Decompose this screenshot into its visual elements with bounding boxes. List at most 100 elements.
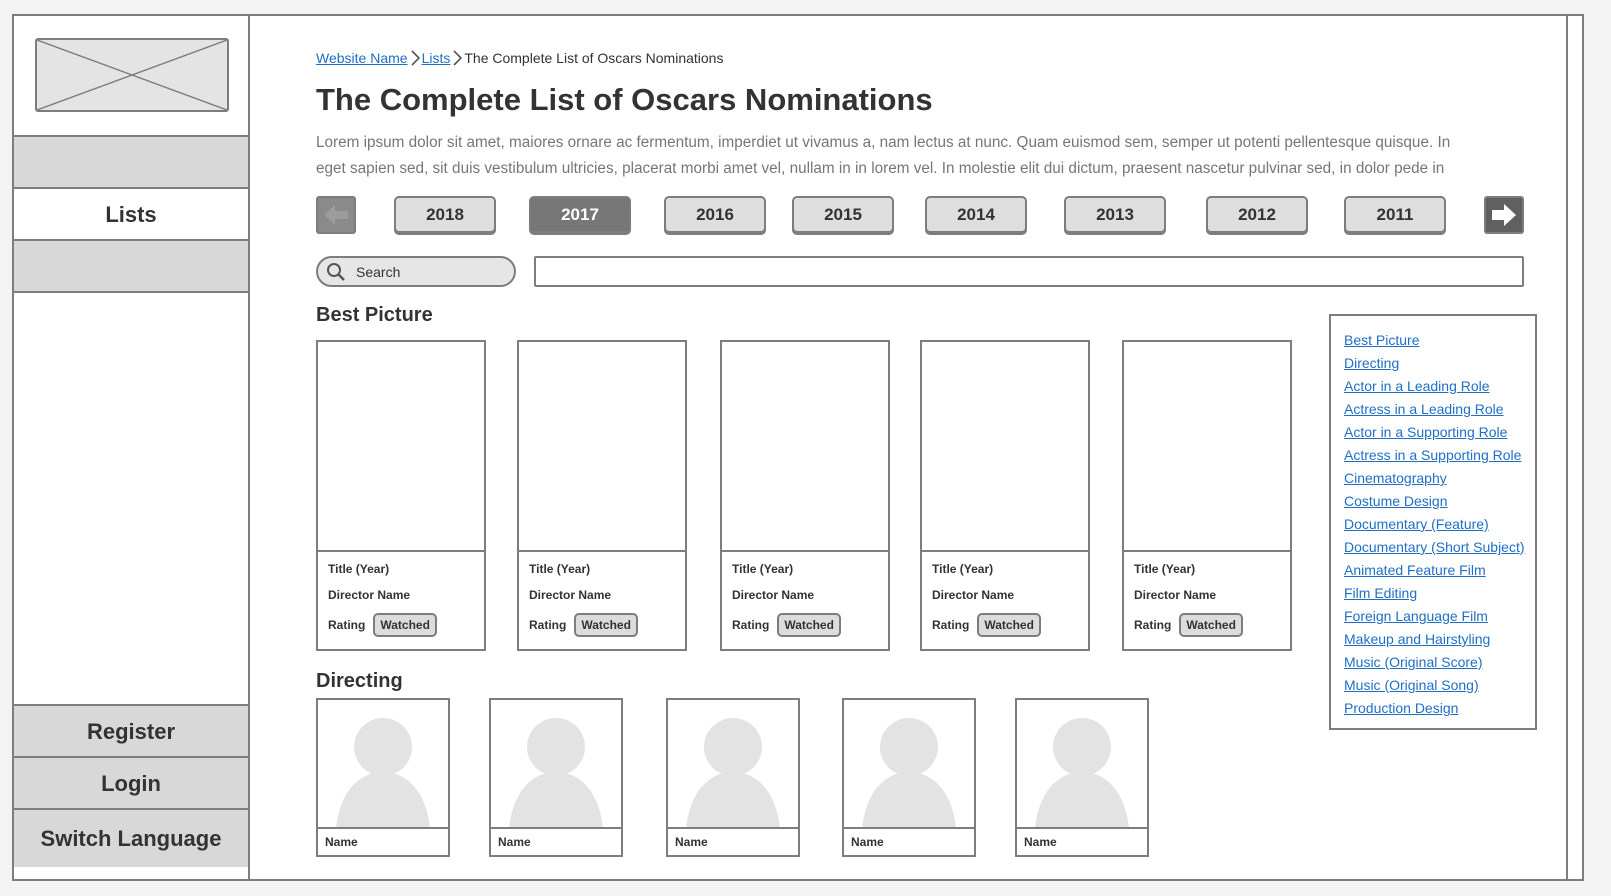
film-director: Director Name — [732, 588, 815, 602]
breadcrumb-home-link[interactable]: Website Name — [316, 50, 408, 66]
next-year-button[interactable] — [1484, 196, 1524, 234]
film-title: Title (Year) — [932, 562, 994, 576]
film-title: Title (Year) — [328, 562, 390, 576]
person-card[interactable]: Name — [316, 698, 450, 857]
category-link[interactable]: Actress in a Leading Role — [1344, 398, 1535, 421]
person-name: Name — [325, 835, 358, 849]
person-card[interactable]: Name — [1015, 698, 1149, 857]
section-heading-best-picture: Best Picture — [316, 304, 433, 326]
film-director: Director Name — [328, 588, 411, 602]
person-name: Name — [851, 835, 884, 849]
search-icon — [327, 262, 345, 281]
film-rating: Rating — [1134, 618, 1172, 632]
person-card[interactable]: Name — [842, 698, 976, 857]
film-card[interactable]: Title (Year) Director Name Rating Watched — [1122, 340, 1292, 651]
category-link[interactable]: Cinematography — [1344, 467, 1535, 490]
film-director: Director Name — [932, 588, 1015, 602]
sidebar-divider — [14, 291, 248, 293]
person-photo[interactable] — [668, 700, 798, 829]
register-button[interactable]: Register — [14, 704, 248, 757]
film-meta: Title (Year) Director Name Rating Watched — [318, 552, 484, 637]
breadcrumb: Website Name Lists The Complete List of … — [316, 50, 723, 66]
year-button-2011[interactable]: 2011 — [1344, 196, 1446, 233]
film-poster[interactable] — [318, 342, 484, 552]
page-title: The Complete List of Oscars Nominations — [316, 82, 933, 117]
year-button-2014[interactable]: 2014 — [925, 196, 1027, 233]
sidebar-item-lists[interactable]: Lists — [14, 187, 248, 240]
film-title: Title (Year) — [529, 562, 591, 576]
category-link[interactable]: Animated Feature Film — [1344, 559, 1535, 582]
watched-button[interactable]: Watched — [977, 613, 1041, 637]
film-rating-row: Rating Watched — [529, 613, 675, 637]
search-button[interactable]: Search — [316, 256, 516, 287]
category-link[interactable]: Actress in a Supporting Role — [1344, 444, 1535, 467]
year-button-2016[interactable]: 2016 — [664, 196, 766, 233]
year-button-2015[interactable]: 2015 — [792, 196, 894, 233]
person-photo[interactable] — [491, 700, 621, 829]
sidebar-item-blank-2[interactable] — [14, 239, 248, 292]
user-silhouette-icon — [686, 718, 780, 827]
category-link[interactable]: Music (Original Score) — [1344, 651, 1535, 674]
category-link[interactable]: Actor in a Supporting Role — [1344, 421, 1535, 444]
year-button-2017[interactable]: 2017 — [529, 196, 631, 233]
category-link[interactable]: Documentary (Short Subject) — [1344, 536, 1535, 559]
search-input[interactable] — [534, 256, 1524, 287]
logo-placeholder[interactable] — [35, 38, 229, 112]
intro-line: eget sapien sed, sit duis vestibulum ult… — [316, 160, 1445, 177]
category-link[interactable]: Foreign Language Film — [1344, 605, 1535, 628]
film-card[interactable]: Title (Year) Director Name Rating Watched — [517, 340, 687, 651]
person-photo[interactable] — [1017, 700, 1147, 829]
switch-language-button[interactable]: Switch Language — [14, 808, 248, 867]
category-link[interactable]: Film Editing — [1344, 582, 1535, 605]
person-photo[interactable] — [318, 700, 448, 829]
film-meta: Title (Year) Director Name Rating Watched — [722, 552, 888, 637]
prev-year-button[interactable] — [316, 196, 356, 234]
film-title: Title (Year) — [732, 562, 794, 576]
search-label: Search — [356, 263, 401, 280]
film-rating-row: Rating Watched — [1134, 613, 1280, 637]
year-button-2013[interactable]: 2013 — [1064, 196, 1166, 233]
browser-frame: Lists Register Login Switch Language Web… — [12, 14, 1584, 881]
category-link[interactable]: Directing — [1344, 352, 1535, 375]
sidebar-item-blank-1[interactable] — [14, 135, 248, 188]
user-silhouette-icon — [862, 718, 956, 827]
person-card[interactable]: Name — [666, 698, 800, 857]
film-meta: Title (Year) Director Name Rating Watched — [519, 552, 685, 637]
intro-line: Lorem ipsum dolor sit amet, maiores orna… — [316, 134, 1451, 151]
film-card[interactable]: Title (Year) Director Name Rating Watched — [720, 340, 890, 651]
film-poster[interactable] — [922, 342, 1088, 552]
film-meta: Title (Year) Director Name Rating Watched — [1124, 552, 1290, 637]
year-button-2012[interactable]: 2012 — [1206, 196, 1308, 233]
intro-paragraph: Lorem ipsum dolor sit amet, maiores orna… — [316, 130, 1502, 182]
watched-button[interactable]: Watched — [1179, 613, 1243, 637]
film-poster[interactable] — [722, 342, 888, 552]
category-link[interactable]: Production Design — [1344, 697, 1535, 720]
film-poster[interactable] — [519, 342, 685, 552]
vertical-scrollbar[interactable] — [1566, 16, 1582, 879]
category-link[interactable]: Makeup and Hairstyling — [1344, 628, 1535, 651]
person-card[interactable]: Name — [489, 698, 623, 857]
person-photo[interactable] — [844, 700, 974, 829]
year-button-2018[interactable]: 2018 — [394, 196, 496, 233]
login-button[interactable]: Login — [14, 756, 248, 809]
image-placeholder-icon — [37, 40, 227, 110]
watched-button[interactable]: Watched — [574, 613, 638, 637]
category-link[interactable]: Documentary (Feature) — [1344, 513, 1535, 536]
category-link[interactable]: Music (Original Song) — [1344, 674, 1535, 697]
user-silhouette-icon — [336, 718, 430, 827]
breadcrumb-current: The Complete List of Oscars Nominations — [464, 50, 724, 66]
film-card[interactable]: Title (Year) Director Name Rating Watched — [920, 340, 1090, 651]
watched-button[interactable]: Watched — [777, 613, 841, 637]
film-rating: Rating — [932, 618, 970, 632]
person-name: Name — [498, 835, 531, 849]
category-link[interactable]: Best Picture — [1344, 329, 1535, 352]
person-name: Name — [675, 835, 708, 849]
film-rating-row: Rating Watched — [932, 613, 1078, 637]
category-link[interactable]: Actor in a Leading Role — [1344, 375, 1535, 398]
category-link[interactable]: Costume Design — [1344, 490, 1535, 513]
film-meta: Title (Year) Director Name Rating Watched — [922, 552, 1088, 637]
film-poster[interactable] — [1124, 342, 1290, 552]
film-card[interactable]: Title (Year) Director Name Rating Watched — [316, 340, 486, 651]
watched-button[interactable]: Watched — [373, 613, 437, 637]
breadcrumb-lists-link[interactable]: Lists — [422, 50, 451, 66]
